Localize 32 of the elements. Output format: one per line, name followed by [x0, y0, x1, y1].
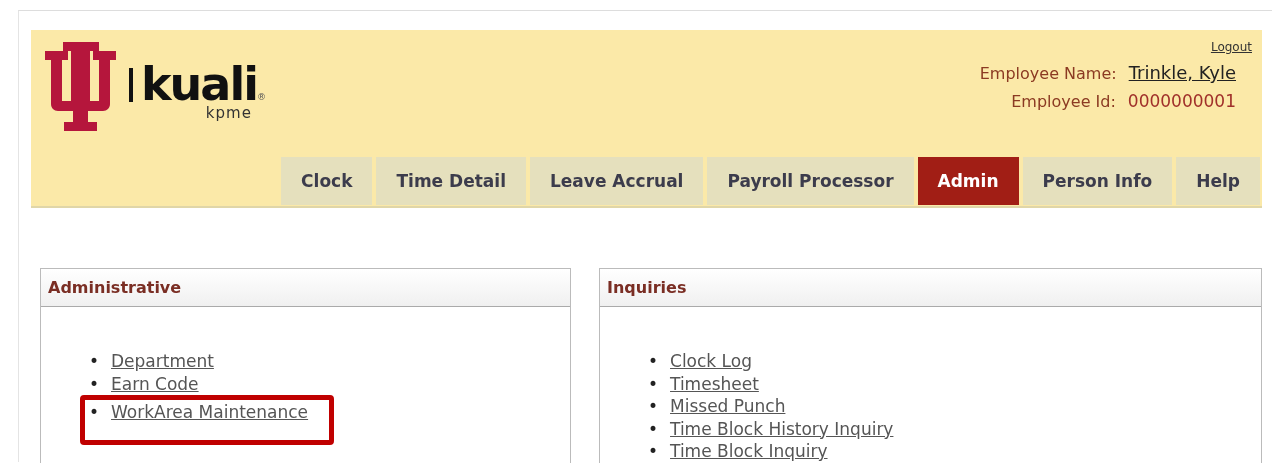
- employee-id-value: 0000000001: [1127, 91, 1236, 111]
- bullet: •: [89, 350, 100, 373]
- bullet: •: [648, 395, 659, 418]
- nav-tab[interactable]: Help: [1176, 157, 1260, 205]
- admin-link[interactable]: Time Block Inquiry: [670, 440, 828, 463]
- admin-link[interactable]: Department: [111, 350, 214, 373]
- logout-link[interactable]: Logout: [1210, 40, 1252, 54]
- nav-tab[interactable]: Clock: [281, 157, 373, 205]
- bullet: •: [648, 372, 659, 395]
- nav-tab[interactable]: Payroll Processor: [707, 157, 914, 205]
- admin-link[interactable]: Missed Punch: [670, 395, 786, 418]
- admin-link[interactable]: Time Block History Inquiry: [670, 417, 894, 440]
- bullet: •: [648, 350, 659, 373]
- employee-name-label: Employee Name:: [979, 64, 1117, 83]
- divider-bar: [129, 68, 133, 102]
- bullet: •: [89, 372, 100, 395]
- registered-mark: ®: [256, 92, 266, 102]
- bullet: •: [89, 401, 100, 424]
- employee-name-link[interactable]: Trinkle, Kyle: [1128, 62, 1236, 83]
- nav-tab[interactable]: Leave Accrual: [529, 157, 704, 205]
- bullet: •: [648, 417, 659, 440]
- admin-link[interactable]: Timesheet: [670, 372, 759, 395]
- admin-link[interactable]: Clock Log: [670, 350, 752, 373]
- admin-link[interactable]: WorkArea Maintenance: [111, 401, 309, 424]
- nav-tab[interactable]: Person Info: [1022, 157, 1173, 205]
- logo-product-name: kpme: [205, 104, 252, 122]
- nav-tab[interactable]: Time Detail: [376, 157, 526, 205]
- logo-wordmark: kuali: [141, 62, 257, 106]
- admin-link[interactable]: Earn Code: [111, 372, 199, 395]
- bullet: •: [648, 440, 659, 463]
- nav-tab[interactable]: Admin: [917, 157, 1019, 205]
- employee-id-label: Employee Id:: [1011, 92, 1116, 111]
